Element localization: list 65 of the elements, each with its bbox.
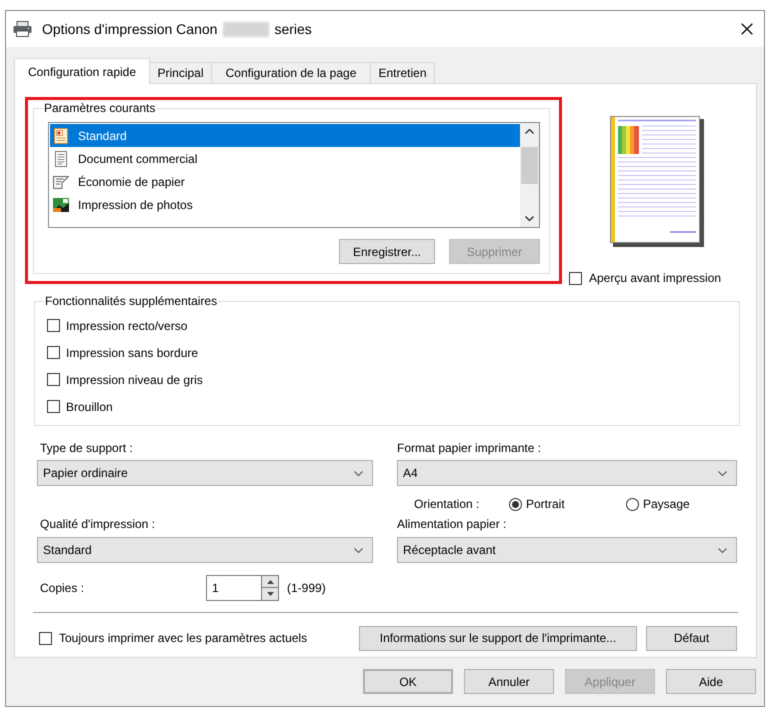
radio-label: Portrait <box>526 496 565 513</box>
scrollbar[interactable] <box>520 123 539 227</box>
caret-down-icon <box>266 592 274 596</box>
dialog-button[interactable]: Enregistrer... <box>339 239 435 264</box>
tab[interactable]: Entretien <box>370 62 435 83</box>
radio-button[interactable] <box>509 498 522 510</box>
checkbox[interactable] <box>47 319 60 332</box>
window-title: series <box>274 20 312 38</box>
folded-page-icon <box>53 174 69 190</box>
list-item[interactable]: Impression de photos <box>50 193 520 216</box>
redaction-block <box>223 22 270 36</box>
dialog-button[interactable]: Informations sur le support de l'imprimante... <box>359 626 637 650</box>
scrollbar-thumb[interactable] <box>521 147 538 184</box>
close-button[interactable] <box>740 22 754 36</box>
field-label: Copies : <box>40 580 86 597</box>
field-label: Type de support : <box>39 440 134 456</box>
checkbox[interactable] <box>47 346 60 359</box>
dropdown[interactable]: A4 <box>397 460 737 486</box>
window-title: Options d'impression Canon <box>42 20 218 39</box>
field-label: Format papier imprimante : <box>397 440 542 456</box>
photo-icon <box>53 196 69 212</box>
printer-icon <box>13 21 32 37</box>
tab[interactable]: Configuration rapide <box>14 58 150 84</box>
chevron-down-icon <box>354 470 363 476</box>
checkbox-label: Impression niveau de gris <box>66 372 203 388</box>
checkbox-label: Impression recto/verso <box>66 318 188 334</box>
dialog-button[interactable]: Aide <box>666 669 756 694</box>
dropdown[interactable]: Papier ordinaire <box>37 460 373 486</box>
copies-field[interactable]: 1 <box>206 575 262 601</box>
checkbox-label: Brouillon <box>66 398 113 416</box>
text-page-icon <box>53 150 69 166</box>
scroll-down-icon[interactable] <box>525 216 534 221</box>
field-label: Qualité d'impression : <box>39 516 156 532</box>
dropdown[interactable]: Standard <box>37 537 373 563</box>
checkbox[interactable] <box>569 272 582 284</box>
dialog-button[interactable]: Défaut <box>646 626 737 650</box>
list-item[interactable]: Économie de papier <box>50 170 520 193</box>
dropdown[interactable]: Réceptacle avant <box>397 537 737 563</box>
checkbox[interactable] <box>47 373 60 386</box>
settings-listbox[interactable]: Standard Document commercial Économie de papier Impression de photos <box>48 122 540 228</box>
field-label: Orientation : <box>414 496 480 513</box>
group-title: Fonctionnalités supplémentaires <box>44 294 218 308</box>
scroll-up-icon[interactable] <box>525 129 534 134</box>
list-item[interactable]: Standard <box>50 124 520 147</box>
spin-down-button[interactable] <box>262 588 279 601</box>
field-label: Alimentation papier : <box>397 516 508 532</box>
radio-label: Paysage <box>643 496 690 513</box>
group-title: Paramètres courants <box>43 101 156 115</box>
close-icon <box>741 23 753 35</box>
dialog-button[interactable]: OK <box>363 669 453 694</box>
chevron-down-icon <box>354 548 363 552</box>
chevron-down-icon <box>718 470 727 476</box>
radio-button[interactable] <box>626 498 639 510</box>
checkbox[interactable] <box>39 632 52 644</box>
picture-page-icon <box>53 128 69 144</box>
spin-up-button[interactable] <box>262 575 279 588</box>
caret-up-icon <box>266 580 274 584</box>
checkbox-label: Aperçu avant impression <box>589 270 722 287</box>
checkbox-label: Impression sans bordure <box>66 344 198 362</box>
copies-range: (1-999) <box>287 580 326 597</box>
checkbox[interactable] <box>47 400 60 413</box>
dialog-button[interactable]: Annuler <box>464 669 554 694</box>
list-item[interactable]: Document commercial <box>50 147 520 170</box>
chevron-down-icon <box>718 548 727 552</box>
checkbox-label: Toujours imprimer avec les paramètres actuels <box>59 630 308 647</box>
